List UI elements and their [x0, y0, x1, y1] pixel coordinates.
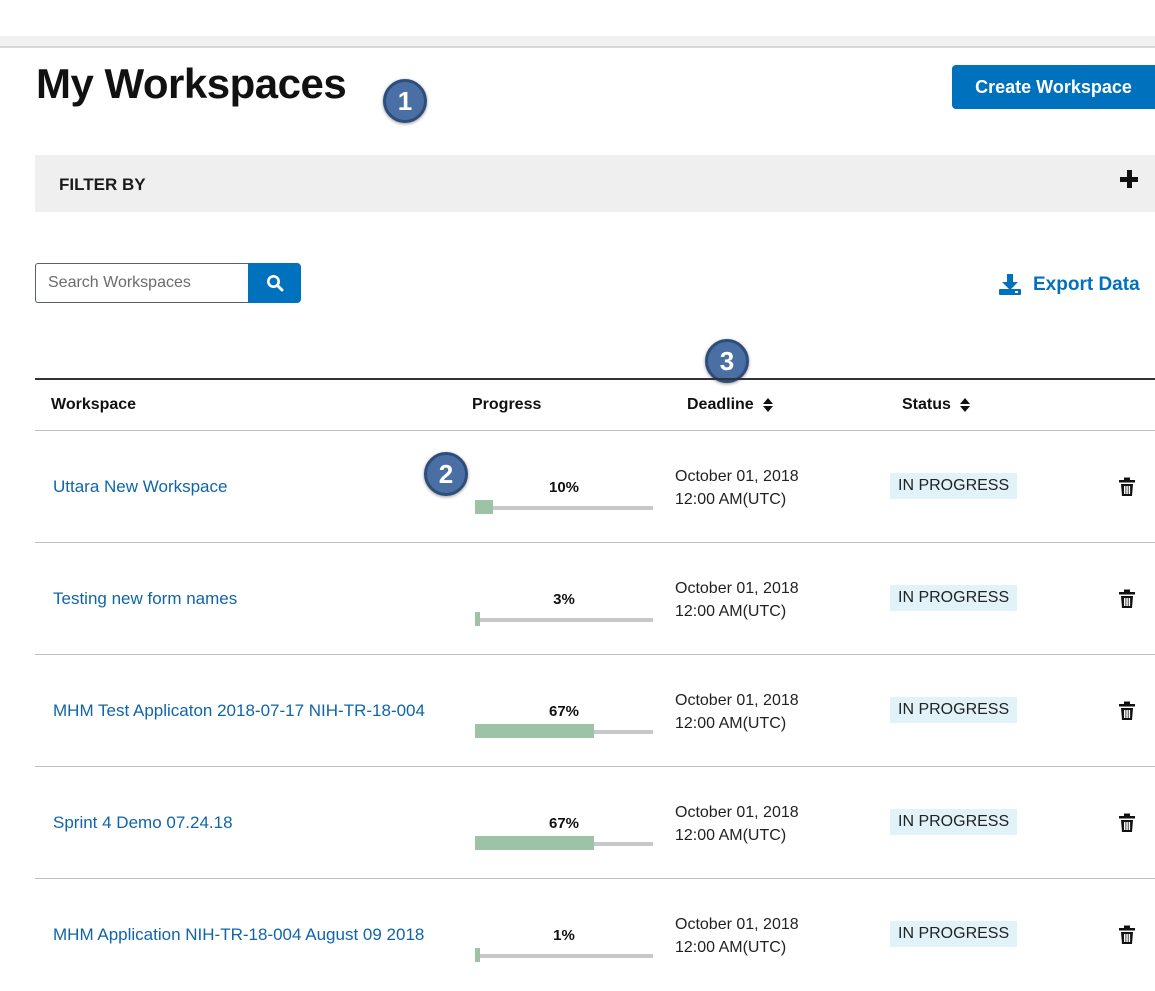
filter-bar[interactable]: FILTER BY: [35, 155, 1155, 212]
deadline: October 01, 2018 12:00 AM(UTC): [675, 465, 799, 511]
deadline-time: 12:00 AM(UTC): [675, 827, 787, 844]
annotation-badge-2: 2: [424, 452, 468, 496]
table-row: Testing new form names 3% October 01, 20…: [35, 543, 1155, 655]
column-header-workspace: Workspace: [51, 396, 137, 413]
deadline: October 01, 2018 12:00 AM(UTC): [675, 913, 799, 959]
column-header-status[interactable]: Status: [902, 396, 970, 414]
trash-icon[interactable]: [1118, 589, 1136, 609]
deadline-date: October 01, 2018: [675, 468, 799, 485]
deadline-time: 12:00 AM(UTC): [675, 491, 787, 508]
progress-fill: [475, 500, 493, 514]
deadline-date: October 01, 2018: [675, 804, 799, 821]
sort-icon[interactable]: [959, 398, 970, 412]
status-badge: IN PROGRESS: [890, 585, 1018, 611]
trash-icon[interactable]: [1118, 925, 1136, 945]
download-icon: [999, 274, 1021, 295]
progress-fill: [475, 836, 595, 850]
trash-icon[interactable]: [1118, 701, 1136, 721]
workspace-link[interactable]: Testing new form names: [53, 589, 237, 609]
deadline: October 01, 2018 12:00 AM(UTC): [675, 801, 799, 847]
export-data-link[interactable]: Export Data: [998, 274, 1140, 296]
progress-bar: [475, 500, 653, 514]
workspace-link[interactable]: MHM Test Applicaton 2018-07-17 NIH-TR-18…: [53, 701, 425, 721]
progress-bar: [475, 948, 653, 962]
status-badge: IN PROGRESS: [890, 697, 1018, 723]
search-input[interactable]: [35, 263, 249, 303]
table-row: Uttara New Workspace 10% October 01, 201…: [35, 431, 1155, 543]
trash-icon[interactable]: [1118, 813, 1136, 833]
status-badge: IN PROGRESS: [890, 473, 1018, 499]
workspace-link[interactable]: Sprint 4 Demo 07.24.18: [53, 813, 233, 833]
annotation-badge-3: 3: [705, 339, 749, 383]
deadline-time: 12:00 AM(UTC): [675, 715, 787, 732]
workspace-link[interactable]: Uttara New Workspace: [53, 477, 227, 497]
search-icon: [266, 275, 283, 292]
progress-bar: [475, 836, 653, 850]
progress-fill: [475, 724, 595, 738]
progress-percent: 3%: [553, 591, 575, 608]
progress-percent: 67%: [548, 815, 580, 832]
deadline: October 01, 2018 12:00 AM(UTC): [675, 689, 799, 735]
workspace-link[interactable]: MHM Application NIH-TR-18-004 August 09 …: [53, 925, 424, 945]
deadline-date: October 01, 2018: [675, 692, 799, 709]
search-button[interactable]: [248, 263, 301, 303]
page-title: My Workspaces: [36, 60, 347, 107]
table-row: Sprint 4 Demo 07.24.18 67% October 01, 2…: [35, 767, 1155, 879]
annotation-badge-1: 1: [383, 79, 427, 123]
plus-icon[interactable]: [1117, 167, 1141, 191]
table-top-border: [35, 378, 1155, 380]
top-bar: [0, 0, 1155, 36]
export-data-label: Export Data: [1033, 274, 1140, 295]
column-header-progress: Progress: [472, 396, 542, 413]
trash-icon[interactable]: [1118, 477, 1136, 497]
create-workspace-button[interactable]: Create Workspace: [952, 65, 1155, 109]
deadline-time: 12:00 AM(UTC): [675, 603, 787, 620]
deadline-date: October 01, 2018: [675, 916, 799, 933]
progress-percent: 1%: [553, 927, 575, 944]
table-row: MHM Test Applicaton 2018-07-17 NIH-TR-18…: [35, 655, 1155, 767]
progress-bar: [475, 724, 653, 738]
progress-percent: 10%: [548, 479, 580, 496]
deadline-date: October 01, 2018: [675, 580, 799, 597]
progress-fill: [475, 612, 480, 626]
status-badge: IN PROGRESS: [890, 921, 1018, 947]
header-divider: [0, 36, 1155, 48]
sort-icon[interactable]: [762, 398, 773, 412]
table-row: MHM Application NIH-TR-18-004 August 09 …: [35, 879, 1155, 991]
status-badge: IN PROGRESS: [890, 809, 1018, 835]
column-header-deadline[interactable]: Deadline: [687, 396, 773, 414]
progress-fill: [475, 948, 480, 962]
filter-label: FILTER BY: [59, 175, 146, 194]
deadline: October 01, 2018 12:00 AM(UTC): [675, 577, 799, 623]
progress-percent: 67%: [548, 703, 580, 720]
progress-bar: [475, 612, 653, 626]
deadline-time: 12:00 AM(UTC): [675, 939, 787, 956]
